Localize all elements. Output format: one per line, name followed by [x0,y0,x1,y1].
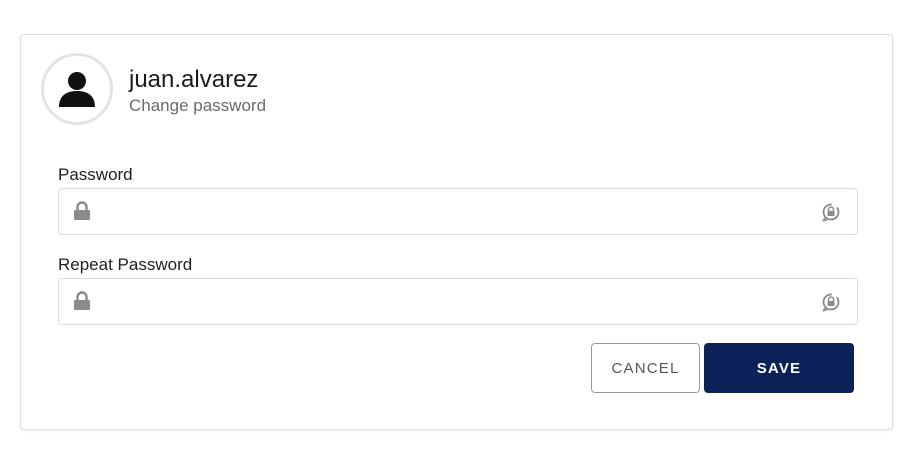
change-password-card: juan.alvarez Change password Password Re… [20,34,893,430]
password-label: Password [58,165,133,184]
repeat-password-field-container [58,278,858,325]
password-input[interactable] [103,189,803,234]
repeat-password-label: Repeat Password [58,255,193,274]
password-visibility-icon[interactable] [821,201,841,223]
page-subtitle: Change password [129,96,267,115]
user-silhouette-icon [59,72,95,107]
avatar [41,53,113,125]
cancel-button[interactable]: CANCEL [591,343,700,393]
password-visibility-icon[interactable] [821,291,841,313]
lock-icon [74,291,90,310]
save-button[interactable]: SAVE [704,343,854,393]
repeat-password-input[interactable] [103,279,803,324]
password-field-container [58,188,858,235]
username-heading: juan.alvarez [129,66,259,93]
lock-icon [74,201,90,220]
